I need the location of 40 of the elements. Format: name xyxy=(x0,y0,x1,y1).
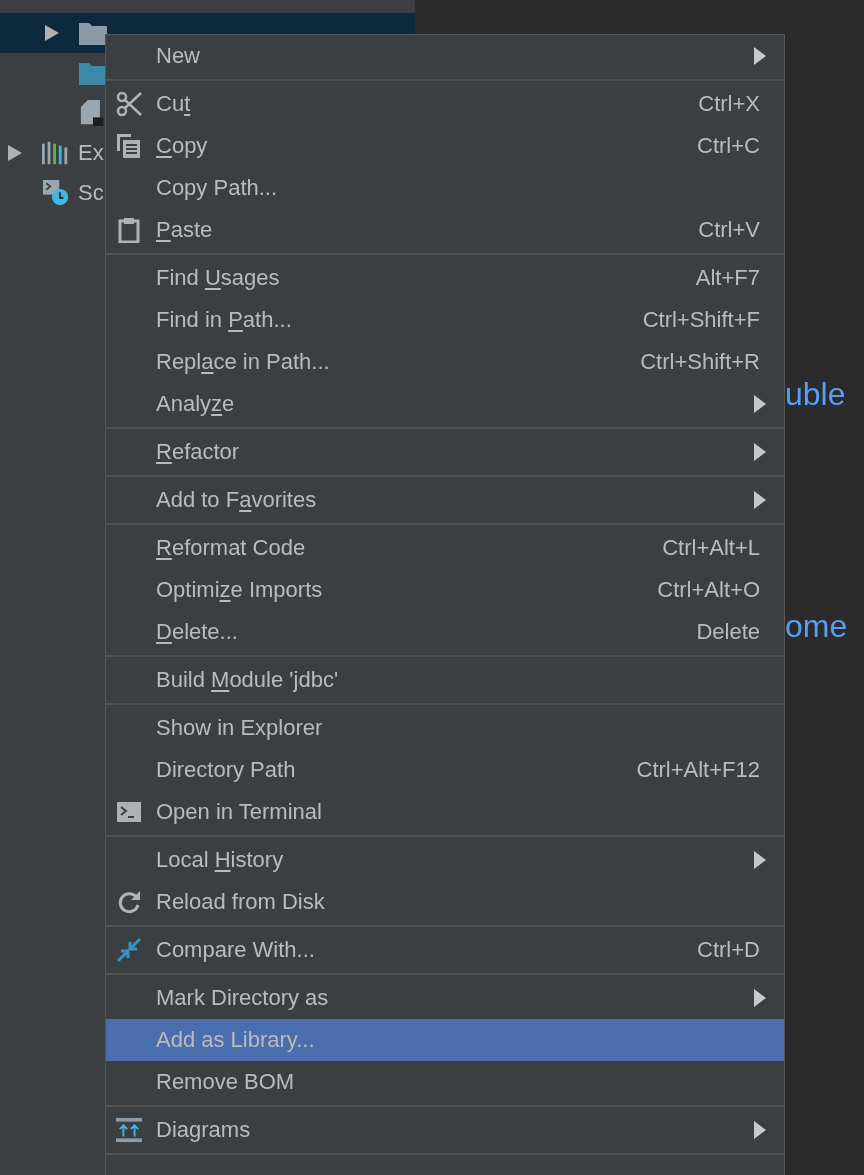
menu-item-label: Replace in Path... xyxy=(156,349,330,375)
menu-item-label: Copy Path... xyxy=(156,175,278,201)
menu-item-label: Analyze xyxy=(156,391,235,417)
menu-item-label: Open in Terminal xyxy=(156,799,322,825)
menu-item-label: Find in Path... xyxy=(156,307,292,333)
menu-item-label: Copy xyxy=(156,133,208,159)
shortcut-text: Ctrl+C xyxy=(697,133,760,159)
menu-item-label: Add as Library... xyxy=(156,1027,315,1053)
shortcut-text: Alt+F7 xyxy=(695,265,760,291)
menu-item-label: Refactor xyxy=(156,439,240,465)
menu-item-label: Build Module 'jdbc' xyxy=(156,667,339,693)
shortcut-text: Ctrl+Shift+F xyxy=(642,307,760,333)
tree-item-label: Sc xyxy=(78,180,104,206)
menu-item-label: Directory Path xyxy=(156,757,296,783)
shortcut-text: Ctrl+Alt+F12 xyxy=(636,757,760,783)
shortcut-text: Ctrl+Shift+R xyxy=(640,349,760,375)
menu-item-label: Local History xyxy=(156,847,284,873)
shortcut-text: Delete xyxy=(696,619,760,645)
tree-item-label: Ex xyxy=(78,140,104,166)
shortcut-text: Ctrl+V xyxy=(698,217,760,243)
editor-hint-text: uble xyxy=(785,376,846,413)
shortcut-text: Ctrl+D xyxy=(697,937,760,963)
menu-item-label: Reload from Disk xyxy=(156,889,325,915)
menu-item-label: Optimize Imports xyxy=(156,577,323,603)
menu-item-label: Paste xyxy=(156,217,213,243)
menu-item-label: Find Usages xyxy=(156,265,280,291)
menu-item-label: Diagrams xyxy=(156,1117,251,1143)
shortcut-text: Ctrl+Alt+O xyxy=(657,577,760,603)
editor-hint-text: ome xyxy=(785,608,848,645)
menu-item-label: New xyxy=(156,43,200,69)
menu-item-label: Delete... xyxy=(156,619,238,645)
menu-item-label: Compare With... xyxy=(156,937,315,963)
menu-item-label: Remove BOM xyxy=(156,1069,295,1095)
menu-item-label: Add to Favorites xyxy=(156,487,317,513)
menu-item-label: Mark Directory as xyxy=(156,985,329,1011)
menu-item-label: Cut xyxy=(156,91,191,117)
menu-item-label: Reformat Code xyxy=(156,535,306,561)
shortcut-text: Ctrl+Alt+L xyxy=(662,535,760,561)
shortcut-text: Ctrl+X xyxy=(698,91,760,117)
menu-item-label: Show in Explorer xyxy=(156,715,323,741)
